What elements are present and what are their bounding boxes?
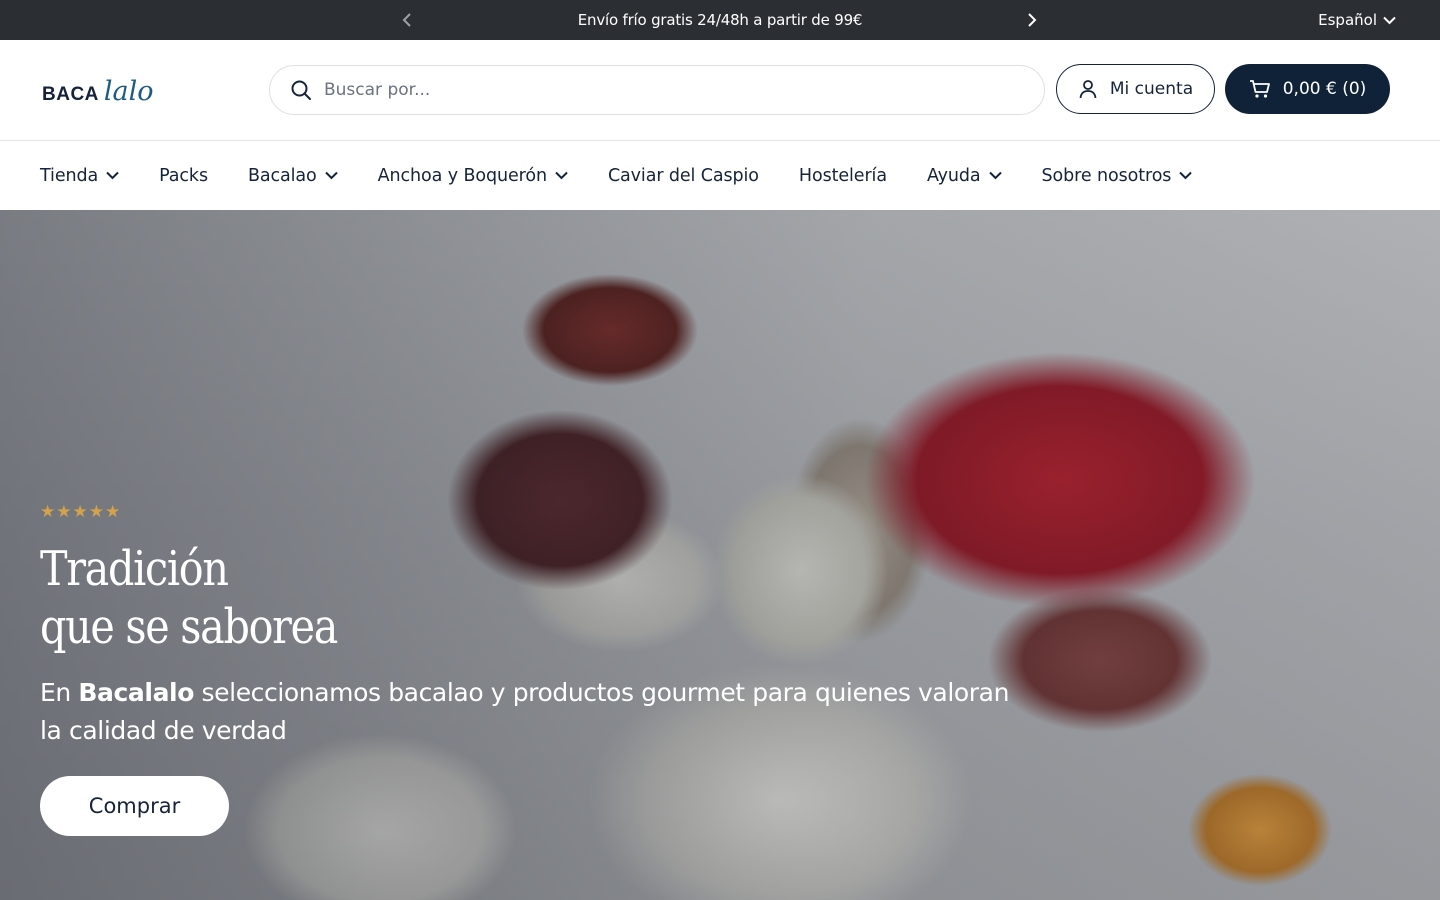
chevron-down-icon xyxy=(324,171,338,180)
nav-item-tienda[interactable]: Tienda xyxy=(40,166,119,186)
nav-label: Caviar del Caspio xyxy=(607,165,759,186)
hero-title-line2: que se saborea xyxy=(40,599,338,655)
search-bar[interactable] xyxy=(269,65,1045,115)
announcement-bar: Envío frío gratis 24/48h a partir de 99€… xyxy=(0,0,1440,40)
buy-button[interactable]: Comprar xyxy=(40,776,229,836)
search-icon xyxy=(291,80,311,100)
announcement-message: Envío frío gratis 24/48h a partir de 99€ xyxy=(577,11,863,29)
cart-button[interactable]: 0,00 € (0) xyxy=(1225,64,1390,114)
chevron-down-icon xyxy=(988,171,1002,180)
hero-subtitle: En Bacalalo seleccionamos bacalao y prod… xyxy=(40,674,1020,750)
hero-title-line1: Tradición xyxy=(40,541,229,597)
hero-subtitle-prefix: En xyxy=(40,678,79,707)
user-icon xyxy=(1079,80,1097,99)
chevron-down-icon xyxy=(555,171,568,180)
nav-label: Bacalao xyxy=(247,165,317,186)
cart-icon xyxy=(1249,80,1270,98)
nav-item-bacalao[interactable]: Bacalao xyxy=(248,166,338,186)
nav-label: Anchoa y Boquerón xyxy=(377,165,547,186)
nav-item-caviar[interactable]: Caviar del Caspio xyxy=(608,166,759,186)
chevron-down-icon xyxy=(1179,171,1193,180)
logo[interactable]: BACA lalo xyxy=(42,62,154,118)
hero-title: Tradición que se saborea xyxy=(40,540,883,656)
hero-content: ★★★★★ Tradición que se saborea En Bacala… xyxy=(40,502,1020,836)
nav-label: Ayuda xyxy=(926,165,981,186)
site-header: BACA lalo Mi cuenta 0,00 € (0) xyxy=(0,40,1440,141)
logo-text-right: lalo xyxy=(103,75,154,107)
chevron-right-icon xyxy=(1028,13,1037,27)
nav-label: Tienda xyxy=(40,165,99,186)
rating-stars: ★★★★★ xyxy=(40,502,122,522)
language-label: Español xyxy=(1318,11,1377,29)
search-input[interactable] xyxy=(324,80,984,100)
account-label: Mi cuenta xyxy=(1109,79,1194,99)
main-nav: Tienda Packs Bacalao Anchoa y Boquerón C… xyxy=(0,141,1440,210)
nav-item-ayuda[interactable]: Ayuda xyxy=(927,166,1002,186)
logo-text-left: BACA xyxy=(42,84,99,105)
nav-item-sobre-nosotros[interactable]: Sobre nosotros xyxy=(1042,166,1193,186)
announcement-next-button[interactable] xyxy=(1022,10,1042,30)
chevron-down-icon xyxy=(106,171,119,180)
chevron-down-icon xyxy=(1383,16,1396,24)
nav-label: Hostelería xyxy=(798,165,887,186)
cart-total: 0,00 € (0) xyxy=(1282,79,1367,99)
hero-banner: ★★★★★ Tradición que se saborea En Bacala… xyxy=(0,210,1440,900)
account-button[interactable]: Mi cuenta xyxy=(1056,64,1215,114)
language-selector[interactable]: Español xyxy=(1318,0,1396,40)
nav-item-hosteleria[interactable]: Hostelería xyxy=(799,166,887,186)
nav-item-anchoa[interactable]: Anchoa y Boquerón xyxy=(378,166,568,186)
nav-item-packs[interactable]: Packs xyxy=(159,166,208,186)
hero-subtitle-brand: Bacalalo xyxy=(78,678,194,707)
nav-label: Sobre nosotros xyxy=(1041,165,1172,186)
nav-label: Packs xyxy=(159,165,208,186)
